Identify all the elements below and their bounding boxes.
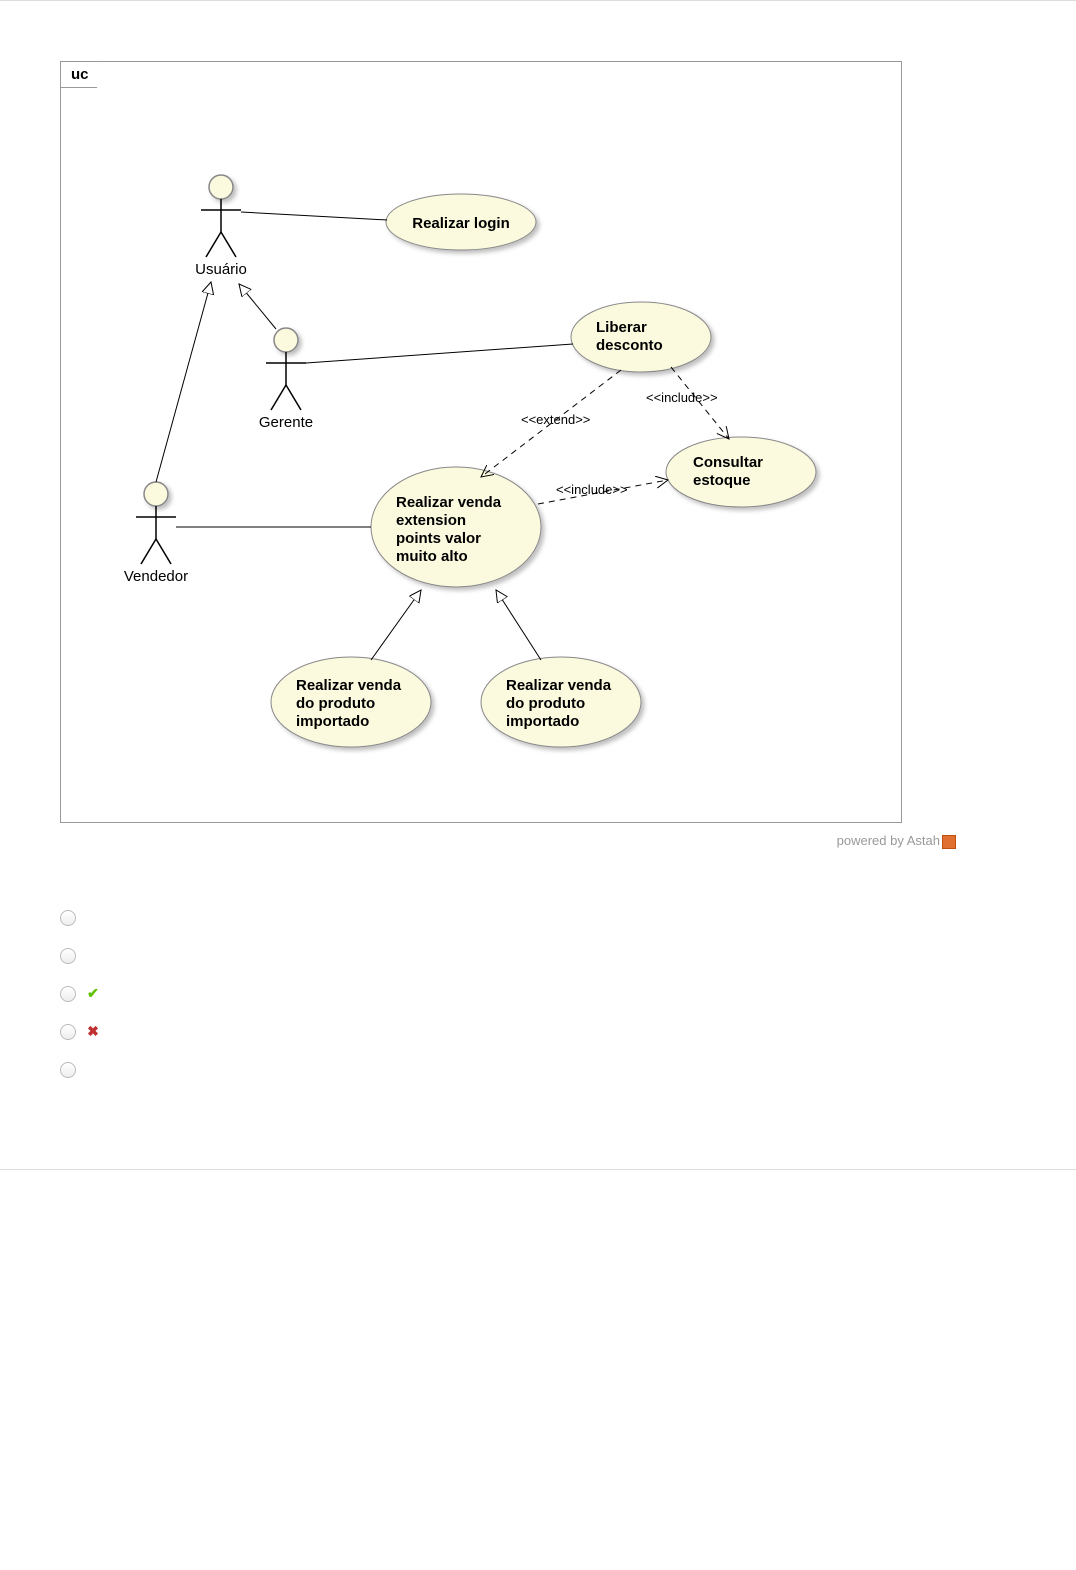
usecase-venda-importado-a-l1: Realizar venda [296, 677, 402, 694]
radio-icon[interactable] [60, 1062, 76, 1078]
answer-options: ✔ ✖ [0, 859, 1076, 1169]
check-icon: ✔ [86, 987, 100, 1001]
usecase-liberar-desconto-l2: desconto [596, 337, 663, 354]
usecase-realizar-venda-l3: points valor [396, 530, 481, 547]
assoc-usuario-login [241, 212, 387, 220]
option-e[interactable] [60, 1051, 1016, 1089]
actor-vendedor-label: Vendedor [124, 568, 188, 585]
radio-icon[interactable] [60, 986, 76, 1002]
gen-vendedor-usuario [156, 282, 211, 482]
option-d[interactable]: ✖ [60, 1013, 1016, 1051]
usecase-venda-importado-b-l1: Realizar venda [506, 677, 612, 694]
diagram-credit: powered by Astah [60, 833, 1016, 849]
stereo-include1: <<include>> [646, 390, 718, 405]
usecase-venda-importado-b: Realizar venda do produto importado [481, 657, 641, 747]
credit-text: powered by Astah [837, 833, 940, 848]
astah-icon [942, 835, 956, 849]
cross-icon: ✖ [86, 1025, 100, 1039]
stereo-extend: <<extend>> [521, 412, 590, 427]
actor-gerente: Gerente [259, 328, 313, 431]
option-a[interactable] [60, 899, 1016, 937]
gen-importado-b-venda [496, 590, 541, 660]
usecase-consultar-estoque: Consultar estoque [666, 437, 816, 507]
usecase-venda-importado-a-l2: do produto [296, 695, 375, 712]
actor-gerente-label: Gerente [259, 414, 313, 431]
usecase-realizar-venda-l1: Realizar venda [396, 494, 502, 511]
option-c[interactable]: ✔ [60, 975, 1016, 1013]
usecase-diagram-svg: Usuário Gerente [61, 62, 901, 822]
usecase-liberar-desconto: Liberar desconto [571, 302, 711, 372]
usecase-consultar-estoque-l1: Consultar [693, 454, 763, 471]
usecase-venda-importado-b-l3: importado [506, 713, 579, 730]
gen-gerente-usuario [239, 284, 276, 329]
usecase-realizar-venda: Realizar venda extension points valor mu… [371, 467, 541, 587]
usecase-diagram-frame: uc [60, 61, 902, 823]
radio-icon[interactable] [60, 948, 76, 964]
actor-vendedor: Vendedor [124, 482, 188, 585]
usecase-venda-importado-a-l3: importado [296, 713, 369, 730]
usecase-consultar-estoque-l2: estoque [693, 472, 751, 489]
diagram-container: uc [0, 1, 1076, 859]
radio-icon[interactable] [60, 1024, 76, 1040]
stereo-include2: <<include>> [556, 482, 628, 497]
usecase-realizar-venda-l4: muito alto [396, 548, 468, 565]
usecase-venda-importado-a: Realizar venda do produto importado [271, 657, 431, 747]
assoc-gerente-liberar [306, 344, 573, 363]
usecase-realizar-venda-l2: extension [396, 512, 466, 529]
usecase-realizar-login-label: Realizar login [412, 215, 510, 232]
actor-usuario: Usuário [195, 175, 247, 278]
option-b[interactable] [60, 937, 1016, 975]
gen-importado-a-venda [371, 590, 421, 660]
usecase-venda-importado-b-l2: do produto [506, 695, 585, 712]
usecase-realizar-login: Realizar login [386, 194, 536, 250]
radio-icon[interactable] [60, 910, 76, 926]
actor-usuario-label: Usuário [195, 261, 247, 278]
usecase-liberar-desconto-l1: Liberar [596, 319, 647, 336]
